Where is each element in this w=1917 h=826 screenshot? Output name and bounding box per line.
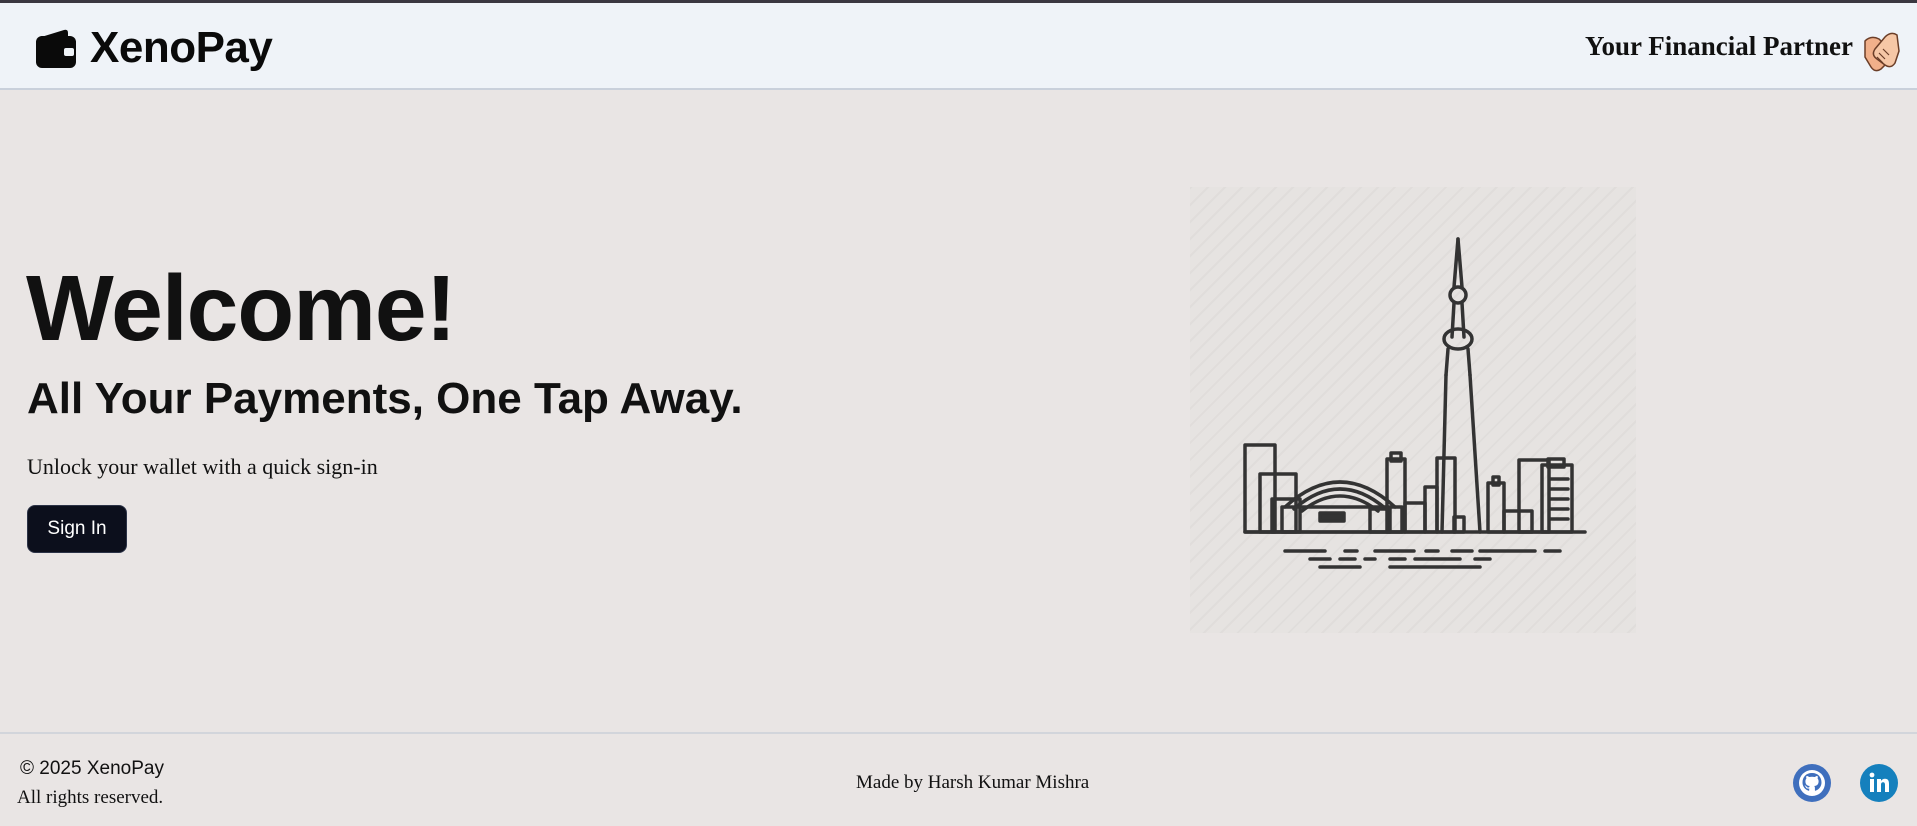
brand-name: XenoPay: [90, 23, 273, 72]
rights-text: All rights reserved.: [17, 787, 164, 808]
hero-subtitle: All Your Payments, One Tap Away.: [27, 374, 743, 423]
site-footer: © 2025 XenoPay All rights reserved. Made…: [0, 732, 1917, 826]
brand-logo[interactable]: XenoPay: [34, 23, 273, 73]
site-header: XenoPay Your Financial Partner: [0, 3, 1917, 90]
hero-title: Welcome!: [26, 256, 457, 360]
github-icon: [1799, 770, 1825, 796]
hero-description: Unlock your wallet with a quick sign-in: [27, 454, 378, 479]
hero-section: Welcome! All Your Payments, One Tap Away…: [0, 92, 1917, 732]
wallet-icon: [36, 29, 76, 68]
linkedin-link[interactable]: [1860, 764, 1898, 802]
linkedin-icon: [1869, 772, 1889, 792]
handshake-icon: [1864, 32, 1900, 72]
made-by-text: Made by Harsh Kumar Mishra: [856, 772, 1090, 793]
github-link[interactable]: [1793, 764, 1831, 802]
city-skyline-illustration: [1190, 187, 1636, 633]
tagline: Your Financial Partner: [1585, 31, 1853, 61]
sign-in-button[interactable]: Sign In: [27, 505, 127, 553]
copyright-text: © 2025 XenoPay: [20, 758, 164, 779]
